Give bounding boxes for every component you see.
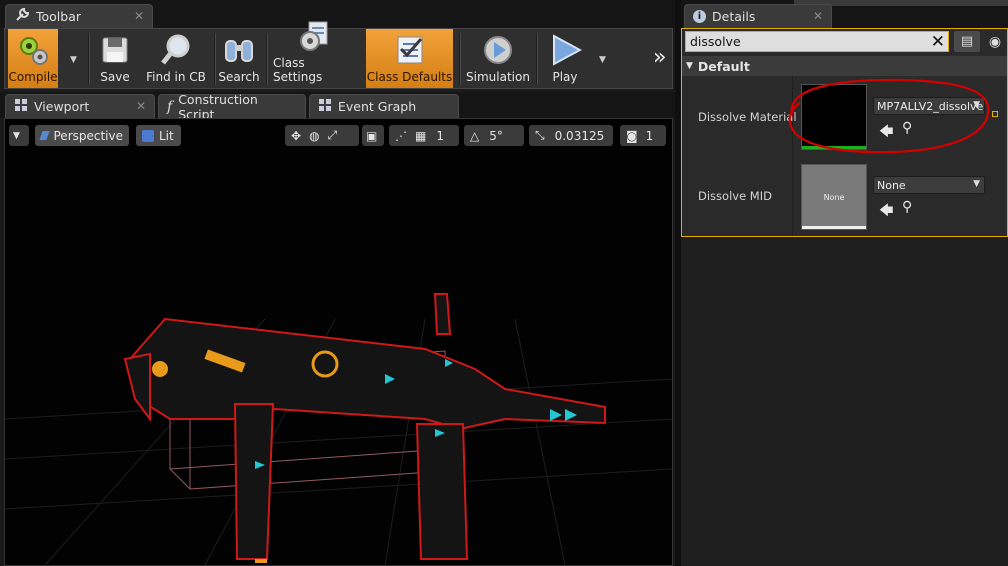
compile-button[interactable]: Compile <box>8 29 58 88</box>
simulation-play-gear-icon <box>481 33 515 67</box>
tab-viewport-label: Viewport <box>34 99 90 114</box>
class-defaults-button[interactable]: Class Defaults <box>366 29 453 88</box>
details-panel: dissolve ✕ ▤ ◉ ▼ Default Dissolve Materi… <box>681 28 1008 237</box>
tab-viewport[interactable]: Viewport ✕ <box>5 94 155 118</box>
property-label: Dissolve MID <box>698 189 772 203</box>
find-in-cb-button[interactable]: Find in CB <box>144 29 208 88</box>
editor-tabstrip: Viewport ✕ f Construction Script Event G… <box>0 92 675 122</box>
grid-snap-value[interactable]: 1 <box>436 129 444 143</box>
toolbar-tabstrip: Toolbar ✕ <box>0 0 675 28</box>
info-icon: i <box>693 10 706 23</box>
class-settings-button[interactable]: Class Settings <box>273 21 355 88</box>
mid-thumbnail[interactable]: None <box>801 164 867 230</box>
function-icon: f <box>167 98 173 115</box>
play-dropdown-chevron-icon[interactable]: ▼ <box>599 55 606 65</box>
chevron-down-icon: ▼ <box>973 179 980 189</box>
toolbar-panel-tab-label: Toolbar <box>36 9 82 24</box>
property-matrix-button[interactable]: ▤ <box>954 31 980 52</box>
compile-gears-icon <box>16 33 50 67</box>
transform-tools-group[interactable]: ✥ ◍ ⤢ <box>285 125 359 146</box>
grid-snap-group[interactable]: ⋰ ▦ 1 <box>389 125 459 146</box>
coordinate-space-button[interactable]: ▣ <box>362 125 384 146</box>
rotation-snap-group[interactable]: △ 5° <box>464 125 524 146</box>
camera-icon: ◙ <box>626 128 638 143</box>
tab-construction-script[interactable]: f Construction Script <box>158 92 306 122</box>
simulation-label: Simulation <box>466 70 530 84</box>
perspective-label: Perspective <box>53 128 124 143</box>
find-in-cb-label: Find in CB <box>146 70 206 84</box>
simulation-button[interactable]: Simulation <box>466 29 530 88</box>
wrench-icon <box>14 7 30 26</box>
scale-snap-group[interactable]: ⤡ 0.03125 <box>529 125 613 146</box>
world-cube-icon: ▣ <box>366 128 378 143</box>
scale-snap-value[interactable]: 0.03125 <box>555 129 605 143</box>
lit-label: Lit <box>159 128 174 143</box>
dissolve-mid-value: None <box>877 178 906 192</box>
tab-construction-script-label: Construction Script <box>178 91 258 122</box>
clear-search-icon[interactable]: ✕ <box>931 32 945 52</box>
dissolve-mid-combo[interactable]: None ▼ <box>873 176 985 194</box>
cube-icon <box>39 131 50 140</box>
details-search-input[interactable]: dissolve ✕ <box>685 31 949 52</box>
magnifier-icon <box>159 33 193 67</box>
compile-dropdown-chevron-icon[interactable]: ▼ <box>70 55 77 65</box>
tab-event-graph-label: Event Graph <box>338 99 417 114</box>
checklist-icon <box>393 33 427 67</box>
viewport-scene <box>5 293 672 565</box>
save-label: Save <box>100 70 130 84</box>
browse-magnifier-icon[interactable]: ⚲ <box>902 199 912 215</box>
lit-sphere-icon <box>142 129 154 142</box>
angle-icon[interactable]: △ <box>470 129 479 143</box>
scale-snap-icon[interactable]: ⤡ <box>535 128 545 143</box>
details-search-value: dissolve <box>690 34 741 49</box>
chevron-down-icon: ▼ <box>13 130 20 141</box>
lit-button[interactable]: Lit <box>136 125 181 146</box>
view-options-eye-icon[interactable]: ◉ <box>984 32 1006 51</box>
event-graph-icon <box>318 98 332 115</box>
details-panel-tab[interactable]: i Details ✕ <box>684 4 832 28</box>
binoculars-icon <box>222 33 256 67</box>
close-icon[interactable]: ✕ <box>813 9 823 23</box>
toolbar-overflow-icon[interactable]: » <box>653 45 666 70</box>
surface-snap-icon[interactable]: ⋰ <box>395 129 407 143</box>
tab-event-graph[interactable]: Event Graph <box>309 94 459 118</box>
rotation-snap-value[interactable]: 5° <box>489 129 503 143</box>
play-icon <box>548 33 582 67</box>
details-empty-area <box>681 238 1008 566</box>
viewport[interactable]: ▼ Perspective Lit ✥ ◍ ⤢ ▣ ⋰ ▦ 1 △ 5° ⤡ 0… <box>4 118 673 566</box>
play-label: Play <box>552 70 578 84</box>
close-icon[interactable]: ✕ <box>136 99 146 113</box>
play-button[interactable]: Play <box>541 29 589 88</box>
search-button[interactable]: Search <box>218 29 260 88</box>
toolbar-panel-tab[interactable]: Toolbar ✕ <box>5 4 153 28</box>
move-icon[interactable]: ✥ <box>291 129 301 143</box>
details-panel-tab-label: Details <box>712 9 756 24</box>
camera-speed-button[interactable]: ◙ 1 <box>620 125 666 146</box>
rotate-icon[interactable]: ◍ <box>309 129 319 143</box>
save-button[interactable]: Save <box>95 29 135 88</box>
compile-label: Compile <box>8 70 58 84</box>
perspective-button[interactable]: Perspective <box>35 125 129 146</box>
category-collapse-icon: ▼ <box>686 61 693 71</box>
category-default[interactable]: ▼ Default <box>682 56 1007 76</box>
class-settings-label: Class Settings <box>273 56 323 84</box>
red-annotation-circle <box>788 78 990 154</box>
table-icon: ▤ <box>960 34 974 49</box>
floppy-disk-icon <box>98 33 132 67</box>
property-dissolve-mid: Dissolve MID None None ▼ 🡄 ⚲ <box>682 158 1007 238</box>
class-defaults-label: Class Defaults <box>366 70 453 84</box>
gear-document-icon <box>297 19 331 53</box>
details-tabstrip: i Details ✕ <box>681 0 1008 28</box>
use-selected-arrow-icon[interactable]: 🡄 <box>879 200 893 224</box>
camera-speed-value: 1 <box>645 128 654 143</box>
mid-thumbnail-label: None <box>823 192 845 202</box>
search-label: Search <box>218 70 260 84</box>
blueprint-toolbar: Compile ▼ Save Find in CB Search Class S… <box>4 21 673 89</box>
close-icon[interactable]: ✕ <box>134 9 144 23</box>
grid-icon[interactable]: ▦ <box>415 129 426 143</box>
viewport-options-button[interactable]: ▼ <box>9 125 29 146</box>
viewport-icon <box>14 98 28 115</box>
category-default-label: Default <box>697 58 750 74</box>
scale-icon[interactable]: ⤢ <box>328 128 338 143</box>
